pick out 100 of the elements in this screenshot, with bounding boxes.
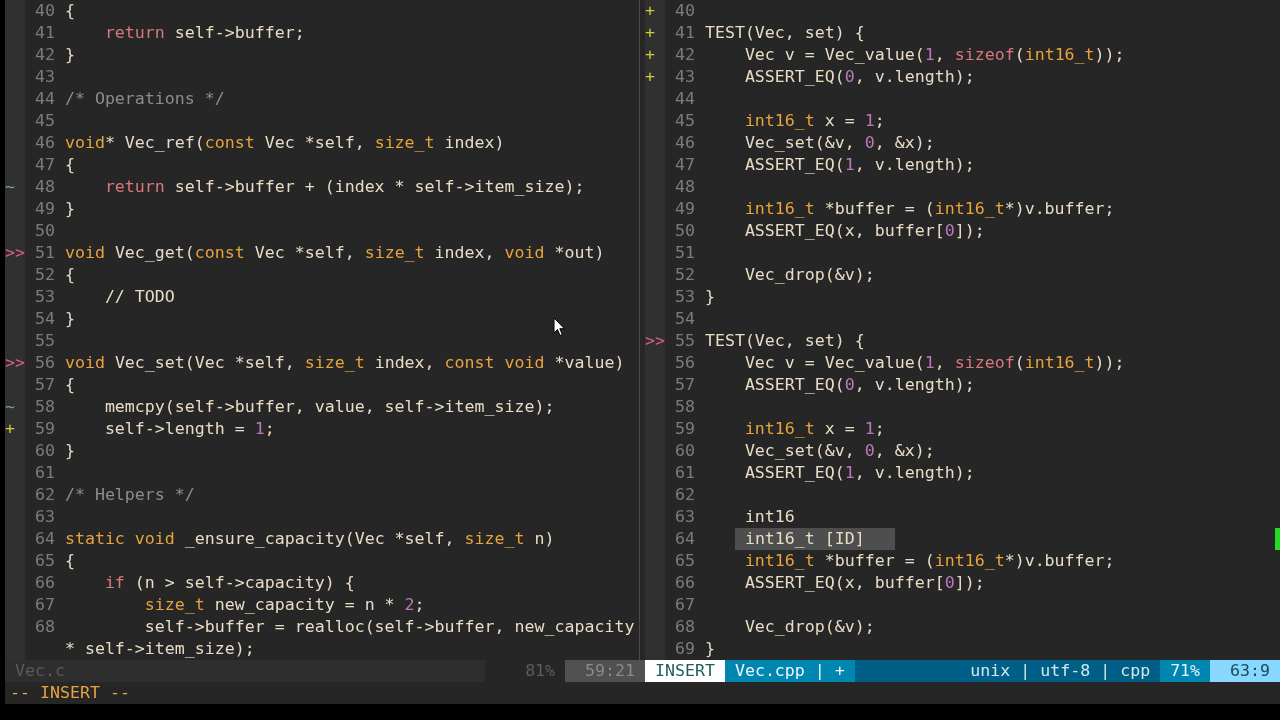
code-line: size_t new_capacity = n * 2; (143, 594, 425, 616)
line-number: 45 (674, 110, 695, 132)
line-number: 67 (34, 594, 55, 616)
line-number: 47 (34, 154, 55, 176)
code-line: /* Helpers */ (64, 484, 195, 506)
mode-message: -- INSERT -- (10, 683, 130, 702)
code-line: Vec v = Vec_value(1, sizeof(int16_t)); (743, 352, 1125, 374)
line-number: 58 (34, 396, 55, 418)
code-line: { (64, 154, 75, 176)
code-line: // TODO (103, 286, 175, 308)
line-number: 45 (34, 110, 55, 132)
status-file: Vec.cpp | + (724, 660, 855, 682)
gutter-sign: ~ (5, 396, 15, 418)
line-number: 63 (674, 506, 695, 528)
line-number: 42 (34, 44, 55, 66)
code-line: } (64, 308, 75, 330)
code-line: int16_t *buffer = (int16_t*)v.buffer; (743, 550, 1115, 572)
status-position: 63:9 (1210, 660, 1280, 682)
gutter-sign: >> (5, 242, 25, 264)
gutter-sign: + (645, 22, 655, 44)
line-number: 41 (674, 22, 695, 44)
code-line: return self->buffer + (index * self->item_size); (103, 176, 585, 198)
line-number: 47 (674, 154, 695, 176)
line-number: 55 (674, 330, 695, 352)
line-number: 59 (34, 418, 55, 440)
cursor-marker (1275, 528, 1280, 550)
line-number: 58 (674, 396, 695, 418)
line-number: 52 (34, 264, 55, 286)
line-number: 69 (674, 638, 695, 660)
gutter-sign: >> (5, 352, 25, 374)
line-number: 46 (34, 132, 55, 154)
code-line: TEST(Vec, set) { (704, 330, 865, 352)
code-line: self->length = 1; (103, 418, 275, 440)
line-number: 57 (674, 374, 695, 396)
gutter-sign: + (645, 66, 655, 88)
line-number: 49 (674, 198, 695, 220)
code-line: Vec_set(&v, 0, &x); (743, 440, 935, 462)
code-line: ASSERT_EQ(1, v.length); (743, 462, 975, 484)
line-number: 64 (34, 528, 55, 550)
code-line: ASSERT_EQ(1, v.length); (743, 154, 975, 176)
line-number: 43 (674, 66, 695, 88)
line-number: 55 (34, 330, 55, 352)
line-number: 61 (674, 462, 695, 484)
code-line: TEST(Vec, set) { (704, 22, 865, 44)
code-line: Vec_set(&v, 0, &x); (743, 132, 935, 154)
line-number: 65 (674, 550, 695, 572)
line-number: 59 (674, 418, 695, 440)
mouse-pointer-icon (553, 317, 566, 337)
line-number: 67 (674, 594, 695, 616)
line-number: 41 (34, 22, 55, 44)
line-number: 44 (674, 88, 695, 110)
code-line: } (704, 638, 715, 660)
code-line: int16_t x = 1; (743, 418, 885, 440)
code-line: int16_t x = 1; (743, 110, 885, 132)
gutter-sign: ~ (5, 176, 15, 198)
code-line: } (704, 286, 715, 308)
line-number: 62 (674, 484, 695, 506)
code-line: void Vec_set(Vec *self, size_t index, const void *value) (64, 352, 625, 374)
code-line: int16 (743, 506, 795, 528)
status-mode: INSERT (645, 660, 725, 682)
code-line: void Vec_get(const Vec *self, size_t index, void *out) (64, 242, 605, 264)
gutter-sign: + (645, 0, 655, 22)
code-line: ASSERT_EQ(0, v.length); (743, 66, 975, 88)
line-number: 40 (34, 0, 55, 22)
line-number: 43 (34, 66, 55, 88)
line-number: 51 (674, 242, 695, 264)
line-number: 56 (674, 352, 695, 374)
status-position: 59:21 (565, 660, 645, 682)
line-number: 51 (34, 242, 55, 264)
line-number: 61 (34, 462, 55, 484)
code-line: ASSERT_EQ(x, buffer[0]); (743, 572, 985, 594)
line-number: 54 (34, 308, 55, 330)
line-number: 42 (674, 44, 695, 66)
code-line: * self->item_size); (64, 638, 255, 660)
line-number: 60 (674, 440, 695, 462)
completion-item[interactable]: int16_t [ID] (734, 528, 895, 550)
line-number: 68 (674, 616, 695, 638)
code-line: return self->buffer; (103, 22, 305, 44)
code-line: { (64, 550, 75, 572)
gutter-sign: + (5, 418, 15, 440)
line-number: 65 (34, 550, 55, 572)
status-info: unix | utf-8 | cpp (854, 660, 1161, 682)
line-number: 48 (34, 176, 55, 198)
line-number: 46 (674, 132, 695, 154)
line-number: 54 (674, 308, 695, 330)
code-line: { (64, 374, 75, 396)
line-number: 52 (674, 264, 695, 286)
code-line: ASSERT_EQ(0, v.length); (743, 374, 975, 396)
code-line: Vec_drop(&v); (743, 616, 875, 638)
code-line: void* Vec_ref(const Vec *self, size_t index) (64, 132, 505, 154)
line-number: 64 (674, 528, 695, 550)
code-line: if (n > self->capacity) { (103, 572, 355, 594)
gutter-sign: + (645, 44, 655, 66)
line-number: 66 (674, 572, 695, 594)
line-number: 48 (674, 176, 695, 198)
status-percent: 71% (1160, 660, 1211, 682)
code-line: int16_t *buffer = (int16_t*)v.buffer; (743, 198, 1115, 220)
line-number: 44 (34, 88, 55, 110)
code-line: Vec_drop(&v); (743, 264, 875, 286)
code-line: memcpy(self->buffer, value, self->item_size); (103, 396, 555, 418)
